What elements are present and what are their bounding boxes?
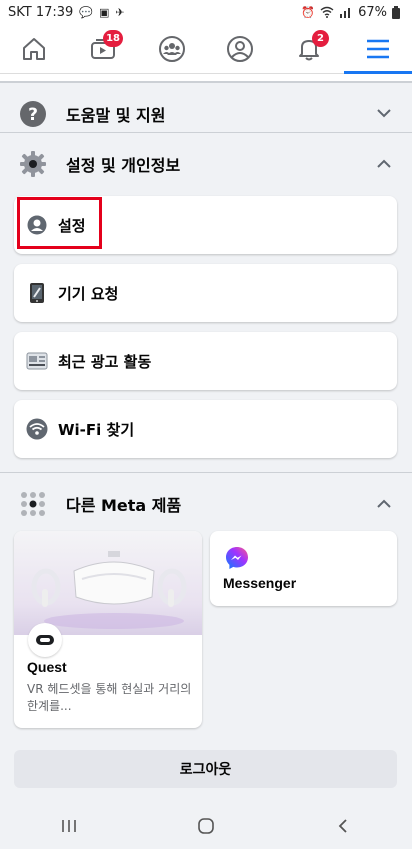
phone-icon: [26, 282, 48, 304]
settings-item-recent-ad-activity[interactable]: 최근 광고 활동: [14, 332, 397, 390]
quest-headset-image: [14, 531, 202, 635]
find-wifi-label: Wi-Fi 찾기: [58, 420, 135, 439]
battery-percent: 67%: [358, 4, 387, 20]
product-quest[interactable]: Quest VR 헤드셋을 통해 현실과 거리의 한계를...: [14, 531, 202, 728]
section-help-label: 도움말 및 지원: [66, 105, 166, 125]
nav-video[interactable]: 18: [77, 26, 129, 72]
profile-icon: [227, 35, 254, 62]
system-navigation-bar: [0, 803, 412, 849]
help-icon: ?: [18, 99, 48, 129]
wifi-status-icon: [320, 6, 334, 18]
battery-icon: [392, 5, 400, 19]
recent-apps-button[interactable]: [49, 811, 89, 841]
chat-notification-icon: 💬: [79, 5, 94, 19]
annotation-highlight-box: [17, 197, 102, 249]
nav-groups[interactable]: [146, 26, 198, 72]
quest-logo-icon: [28, 623, 62, 657]
svg-text:?: ?: [28, 105, 38, 125]
back-button[interactable]: [323, 811, 363, 841]
section-settings-privacy[interactable]: 설정 및 개인정보: [0, 132, 412, 194]
home-system-button[interactable]: [186, 811, 226, 841]
messenger-icon: [224, 545, 250, 571]
video-badge: 18: [103, 29, 123, 47]
status-bar: SKT 17:39 💬 ▣ ✈ ⏰ 67%: [0, 0, 412, 24]
carrier-time: SKT 17:39: [8, 4, 74, 20]
home-icon: [23, 37, 46, 60]
settings-item-find-wifi[interactable]: Wi-Fi 찾기: [14, 400, 397, 458]
gallery-notification-icon: ▣: [99, 5, 110, 19]
messenger-title: Messenger: [223, 575, 297, 591]
section-meta-products[interactable]: 다른 Meta 제품: [0, 472, 412, 534]
logout-button[interactable]: 로그아웃: [14, 750, 397, 788]
app-notification-icon: ✈: [115, 5, 125, 19]
nav-home[interactable]: [8, 26, 60, 72]
product-messenger[interactable]: Messenger: [210, 531, 397, 606]
gear-icon: [18, 149, 48, 179]
quest-description: VR 헤드셋을 통해 현실과 거리의 한계를...: [27, 682, 192, 713]
device-requests-label: 기기 요청: [58, 284, 119, 303]
nav-profile[interactable]: [214, 26, 266, 72]
recent-apps-icon: [61, 820, 76, 832]
section-meta-products-label: 다른 Meta 제품: [66, 495, 182, 515]
back-chevron-icon: [339, 819, 347, 833]
chevron-up-icon: [374, 494, 394, 514]
recent-ad-activity-label: 최근 광고 활동: [58, 352, 152, 371]
ad-activity-icon: [26, 350, 48, 372]
previous-section-edge: [0, 74, 412, 82]
groups-icon: [158, 35, 185, 62]
nav-menu[interactable]: [343, 26, 412, 74]
section-settings-label: 설정 및 개인정보: [66, 155, 181, 175]
menu-icon: [366, 39, 389, 58]
wifi-icon: [26, 418, 48, 440]
top-navigation: 18 2: [0, 24, 412, 74]
signal-icon: [340, 8, 351, 18]
apps-grid-icon: [18, 489, 48, 519]
chevron-up-icon: [374, 154, 394, 174]
notifications-badge: 2: [311, 29, 329, 47]
settings-item-device-requests[interactable]: 기기 요청: [14, 264, 397, 322]
menu-content: ? 도움말 및 지원 설정 및 개인정보 설정 기기 요청 최근 광고 활동 W…: [0, 74, 412, 809]
nav-notifications[interactable]: 2: [283, 26, 335, 72]
chevron-down-icon: [374, 104, 394, 124]
home-circle-icon: [198, 818, 214, 834]
quest-title: Quest: [27, 659, 67, 675]
alarm-icon: ⏰: [301, 5, 316, 19]
